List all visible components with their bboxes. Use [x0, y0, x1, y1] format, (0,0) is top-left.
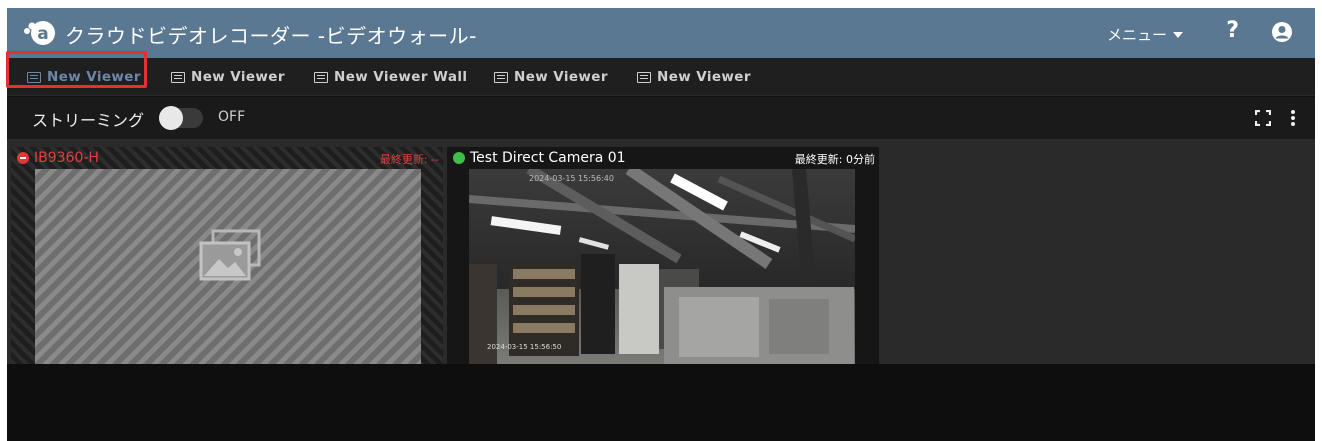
camera-name: IB9360-H [34, 150, 99, 166]
camera-tile-offline[interactable]: IB9360-H 最終更新: -- [11, 147, 443, 364]
svg-text:a: a [37, 24, 48, 44]
user-icon[interactable] [1271, 21, 1293, 43]
monitor-icon [27, 71, 41, 83]
viewer-tab-bar: New Viewer New Viewer New Viewer Wall Ne… [7, 58, 1315, 96]
tab-label: New Viewer [47, 69, 141, 85]
camera-snapshot-image: 2024-03-15 15:56:40 2024-03-15 15:56:50 [469, 169, 855, 364]
fullscreen-icon[interactable] [1255, 110, 1271, 126]
tab-label: New Viewer [191, 69, 285, 85]
caret-down-icon [1173, 31, 1183, 38]
last-updated-label: 最終更新: -- [379, 153, 439, 166]
tab-label: New Viewer [657, 69, 751, 85]
monitor-icon [494, 71, 508, 83]
svg-text:2024-03-15 15:56:50: 2024-03-15 15:56:50 [487, 343, 561, 351]
camera-video-feed: 2024-03-15 15:56:40 2024-03-15 15:56:50 [469, 169, 855, 364]
app-title: クラウドビデオレコーダー -ビデオウォール- [65, 24, 477, 48]
empty-grid-area [7, 364, 1315, 441]
tab-new-viewer-4[interactable]: New Viewer [637, 62, 751, 92]
monitor-icon [171, 71, 185, 83]
toggle-state-label: OFF [218, 109, 246, 125]
menu-label: メニュー [1106, 26, 1167, 44]
tab-new-viewer-2[interactable]: New Viewer [171, 62, 285, 92]
camera-tile-online[interactable]: 2024-03-15 15:56:40 2024-03-15 15:56:50 … [447, 147, 879, 364]
menu-button[interactable]: メニュー [1107, 24, 1183, 45]
camera-tile-header: IB9360-H 最終更新: -- [11, 147, 443, 169]
help-button[interactable]: ? [1226, 18, 1239, 43]
streaming-toolbar: ストリーミング OFF [7, 97, 1315, 139]
app-window: a クラウドビデオレコーダー -ビデオウォール- メニュー ? New View… [7, 8, 1315, 441]
cloud-recorder-logo: a [24, 21, 55, 45]
toggle-knob [159, 106, 183, 130]
app-header: a クラウドビデオレコーダー -ビデオウォール- メニュー ? [7, 8, 1315, 58]
tab-label: New Viewer Wall [334, 69, 468, 85]
monitor-icon [637, 71, 651, 83]
video-wall-grid: IB9360-H 最終更新: -- 2024-03-15 15:56:40 20… [7, 139, 1315, 364]
tab-label: New Viewer [514, 69, 608, 85]
tab-new-viewer-wall[interactable]: New Viewer Wall [314, 62, 467, 92]
more-vertical-icon[interactable] [1289, 108, 1297, 128]
image-placeholder-icon [199, 229, 261, 281]
status-offline-icon [17, 152, 29, 164]
camera-name: Test Direct Camera 01 [470, 150, 626, 166]
camera-tile-header: Test Direct Camera 01 最終更新: 0分前 [447, 147, 879, 169]
status-online-icon [453, 152, 465, 164]
svg-text:2024-03-15 15:56:40: 2024-03-15 15:56:40 [529, 174, 614, 183]
last-updated-label: 最終更新: 0分前 [794, 153, 875, 166]
tab-new-viewer-3[interactable]: New Viewer [494, 62, 608, 92]
tab-new-viewer-1[interactable]: New Viewer [27, 62, 141, 92]
streaming-toggle[interactable] [159, 106, 203, 130]
streaming-label: ストリーミング [32, 111, 145, 130]
monitor-icon [314, 71, 328, 83]
no-video-placeholder [35, 169, 421, 364]
